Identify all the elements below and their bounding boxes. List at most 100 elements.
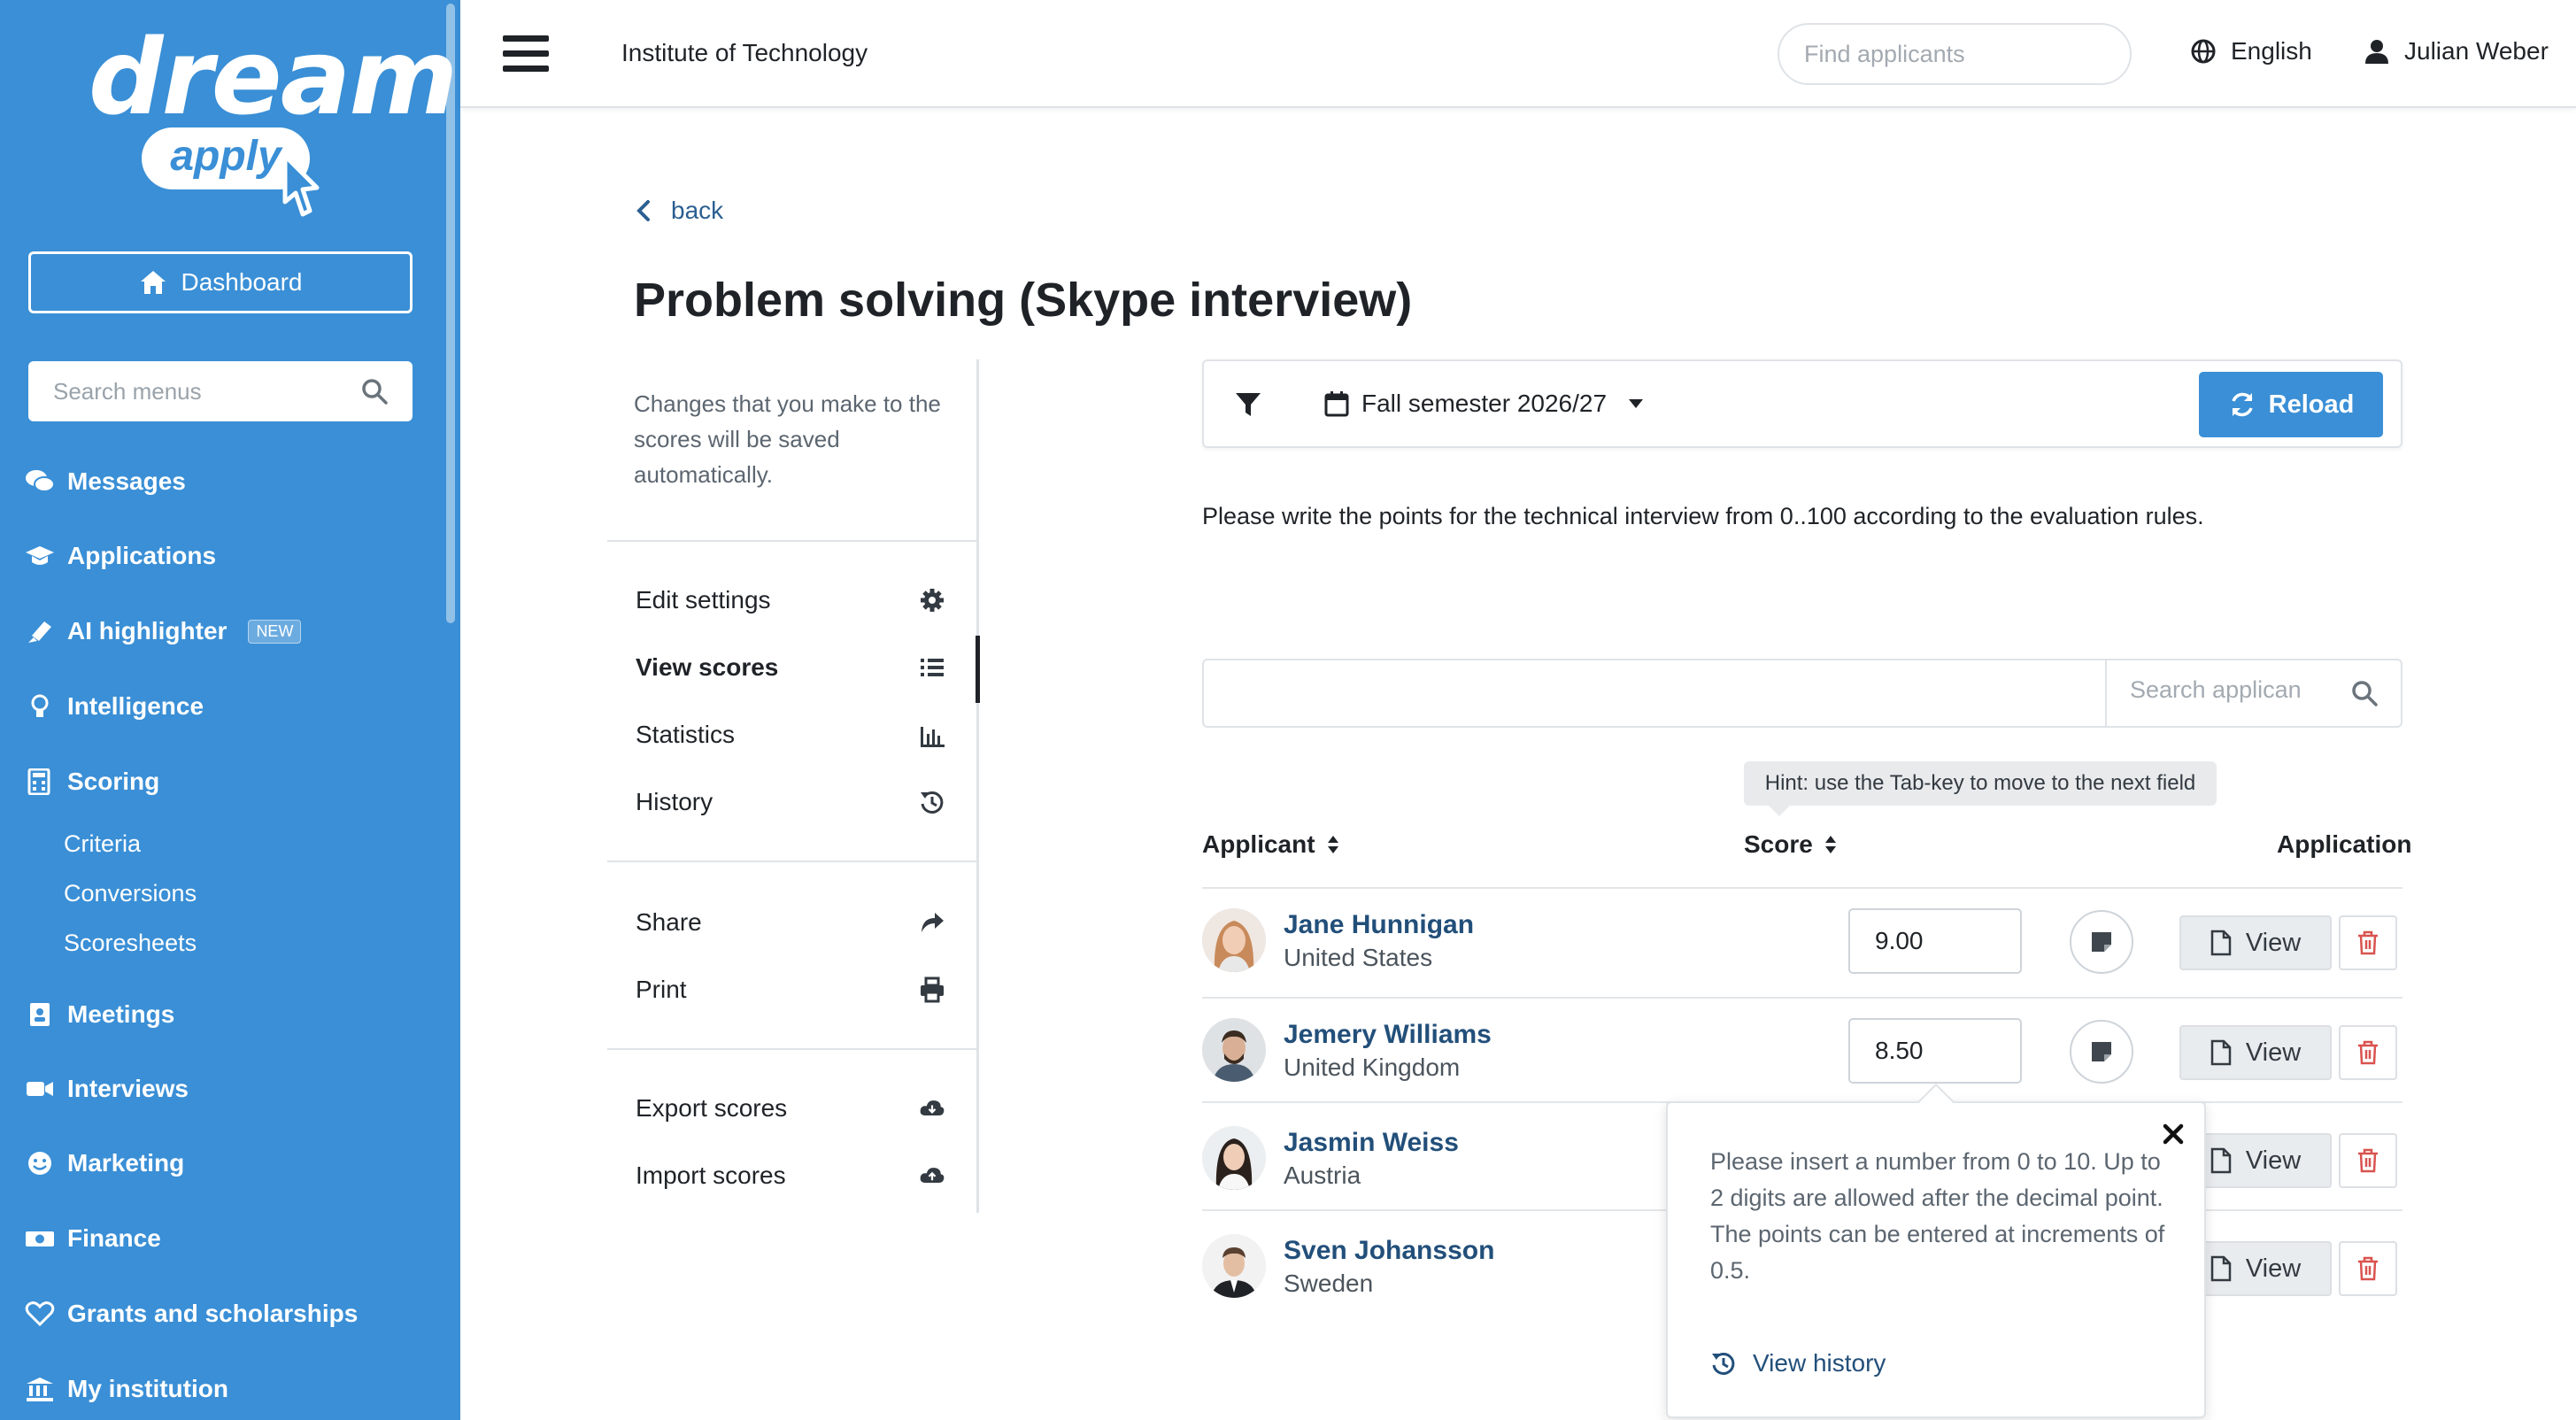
user-icon <box>2365 40 2388 64</box>
file-icon <box>2210 930 2232 956</box>
lightbulb-icon <box>31 694 49 717</box>
menu-view-scores[interactable]: View scores <box>636 653 945 682</box>
find-applicants-search <box>1778 23 2132 85</box>
applicant-name[interactable]: Jasmin Weiss <box>1284 1128 1459 1158</box>
sidebar-item-intelligence[interactable]: Intelligence <box>25 692 204 721</box>
menu-history[interactable]: History <box>636 788 945 816</box>
divider <box>607 540 979 542</box>
applicant-name[interactable]: Sven Johansson <box>1284 1236 1494 1266</box>
close-icon[interactable] <box>2162 1123 2185 1146</box>
sidebar-item-grants[interactable]: Grants and scholarships <box>25 1300 358 1328</box>
autosave-note: Changes that you make to the scores will… <box>634 390 941 488</box>
table-row: Jane Hunnigan United States View <box>1202 889 2402 997</box>
menu-search-input[interactable] <box>53 377 361 405</box>
sidebar-item-scoring[interactable]: Scoring <box>25 768 159 796</box>
applicant-name[interactable]: Jemery Williams <box>1284 1020 1492 1050</box>
menu-import-scores[interactable]: Import scores <box>636 1161 945 1190</box>
sort-icon <box>1327 836 1338 853</box>
left-menu-panel: Changes that you make to the scores will… <box>607 359 979 1213</box>
globe-icon <box>2191 39 2216 64</box>
logo-word: dream <box>89 16 458 138</box>
avatar <box>1202 1018 1266 1082</box>
print-icon <box>921 976 944 1003</box>
hamburger-menu-icon[interactable] <box>503 35 549 74</box>
menu-export-scores[interactable]: Export scores <box>636 1094 945 1123</box>
comment-button[interactable] <box>2070 1020 2133 1084</box>
semester-label: Fall semester 2026/27 <box>1361 390 1608 417</box>
smile-icon <box>28 1152 51 1175</box>
calculator-icon <box>27 768 50 795</box>
trash-icon <box>2358 1256 2378 1281</box>
avatar <box>1202 1234 1266 1298</box>
sidebar-item-applications[interactable]: Applications <box>25 542 216 570</box>
comments-icon <box>26 470 55 492</box>
delete-button[interactable] <box>2339 915 2397 970</box>
instructions-text: Please write the points for the technica… <box>1202 503 2204 529</box>
sidebar-item-messages[interactable]: Messages <box>25 467 186 496</box>
reload-label: Reload <box>2268 390 2355 419</box>
top-bar: Institute of Technology English Julian W… <box>460 0 2576 108</box>
find-applicants-input[interactable] <box>1804 40 2117 68</box>
calendar-icon <box>1324 391 1349 417</box>
graduation-cap-icon <box>26 546 54 565</box>
menu-share[interactable]: Share <box>636 908 945 937</box>
sidebar-sub-scoresheets[interactable]: Scoresheets <box>64 930 197 957</box>
user-name: Julian Weber <box>2404 37 2549 65</box>
column-score[interactable]: Score <box>1744 830 1838 859</box>
bar-chart-icon <box>921 727 945 747</box>
back-link[interactable]: back <box>636 197 723 225</box>
sidebar-item-ai-highlighter[interactable]: AI highlighter NEW <box>25 617 302 645</box>
delete-button[interactable] <box>2339 1241 2397 1296</box>
sidebar-sub-criteria[interactable]: Criteria <box>64 830 141 858</box>
comment-button[interactable] <box>2070 910 2133 974</box>
file-icon <box>2210 1147 2232 1174</box>
menu-edit-settings[interactable]: Edit settings <box>636 586 945 614</box>
score-input[interactable] <box>1848 908 2022 974</box>
university-icon <box>27 1378 53 1401</box>
reload-button[interactable]: Reload <box>2199 372 2383 437</box>
sticky-note-icon <box>2092 1042 2111 1061</box>
applicant-country: United Kingdom <box>1284 1053 1461 1081</box>
score-input[interactable] <box>1848 1018 2022 1084</box>
view-application-button[interactable]: View <box>2179 1025 2332 1080</box>
filter-icon[interactable] <box>1234 391 1262 418</box>
user-menu[interactable]: Julian Weber <box>2364 37 2549 66</box>
column-application: Application <box>2277 830 2412 858</box>
avatar <box>1202 1126 1266 1190</box>
score-help-popover: Please insert a number from 0 to 10. Up … <box>1666 1101 2206 1418</box>
applicant-name[interactable]: Jane Hunnigan <box>1284 910 1474 940</box>
home-icon <box>140 271 166 294</box>
menu-print[interactable]: Print <box>636 976 945 1004</box>
table-row: Jemery Williams United Kingdom View <box>1202 999 2402 1107</box>
sort-icon <box>1824 836 1836 853</box>
cloud-download-icon <box>920 1100 945 1115</box>
sidebar-item-my-institution[interactable]: My institution <box>25 1375 228 1403</box>
delete-button[interactable] <box>2339 1133 2397 1188</box>
sidebar-item-marketing[interactable]: Marketing <box>25 1149 184 1177</box>
sidebar-item-interviews[interactable]: Interviews <box>25 1075 189 1103</box>
applicant-search-input[interactable] <box>2130 676 2342 704</box>
column-applicant[interactable]: Applicant <box>1202 830 1340 859</box>
sidebar: dream apply Dashboard Messages Applicati… <box>0 0 460 1420</box>
semester-dropdown[interactable]: Fall semester 2026/27 <box>1324 390 1644 418</box>
search-icon[interactable] <box>2351 680 2378 706</box>
view-application-button[interactable]: View <box>2179 915 2332 970</box>
dashboard-button[interactable]: Dashboard <box>28 251 413 313</box>
active-menu-indicator <box>976 636 980 703</box>
language-selector[interactable]: English <box>2190 37 2312 66</box>
sidebar-sub-conversions[interactable]: Conversions <box>64 880 197 907</box>
sidebar-item-meetings[interactable]: Meetings <box>25 1000 174 1029</box>
gear-icon <box>921 589 944 612</box>
new-badge: NEW <box>248 619 302 644</box>
sidebar-item-finance[interactable]: Finance <box>25 1224 161 1253</box>
delete-button[interactable] <box>2339 1025 2397 1080</box>
applicant-country: Sweden <box>1284 1270 1374 1297</box>
search-icon[interactable] <box>361 378 388 405</box>
view-history-link[interactable]: View history <box>1710 1349 1886 1378</box>
money-bill-icon <box>26 1231 54 1246</box>
menu-search <box>28 361 413 421</box>
search-separator <box>2105 660 2107 726</box>
dreamapply-logo[interactable]: dream apply <box>89 19 458 217</box>
share-icon <box>922 913 944 932</box>
menu-statistics[interactable]: Statistics <box>636 721 945 749</box>
